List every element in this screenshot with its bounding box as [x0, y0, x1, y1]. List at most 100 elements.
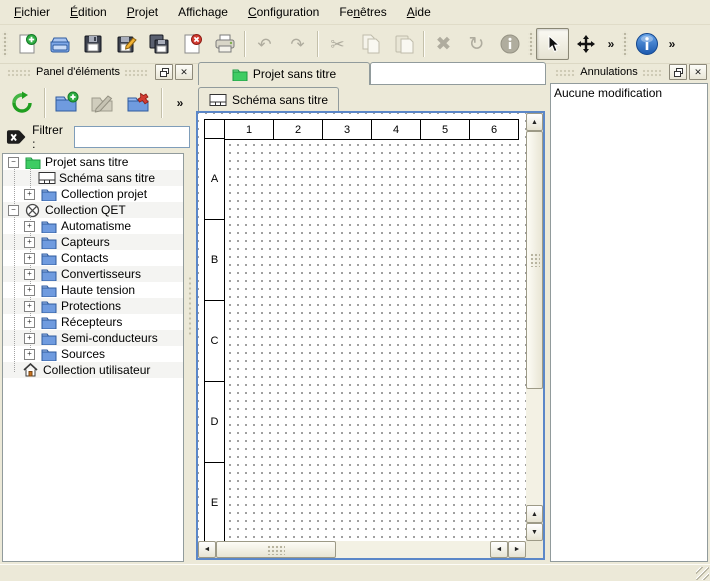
expand-icon[interactable]: + [24, 317, 35, 328]
tree-item-label: Protections [58, 299, 121, 313]
scroll-left-button[interactable]: ◄ [198, 541, 216, 558]
collapse-icon[interactable]: − [8, 157, 19, 168]
horizontal-scrollbar[interactable]: ◄ ◄ ► [198, 541, 526, 558]
expand-icon[interactable]: + [24, 237, 35, 248]
toolbar-handle[interactable] [2, 31, 8, 57]
scroll-up-button[interactable]: ▲ [526, 505, 543, 523]
panel-overflow-button[interactable]: » [170, 86, 190, 120]
delete-category-button[interactable] [123, 86, 155, 120]
edit-category-button[interactable] [87, 86, 119, 120]
expand-icon[interactable]: + [24, 253, 35, 264]
status-bar [0, 564, 710, 581]
row-header: C [204, 300, 225, 382]
float-dock-button[interactable] [155, 64, 173, 80]
about-qet-button[interactable] [630, 28, 663, 60]
expand-icon[interactable]: + [24, 285, 35, 296]
toolbar-separator [161, 88, 162, 118]
close-file-button[interactable] [175, 28, 208, 60]
menu-fichier[interactable]: Fichier [4, 2, 60, 22]
new-category-button[interactable] [51, 86, 83, 120]
tree-item-collection-utilisateur[interactable]: Collection utilisateur [3, 362, 183, 378]
redo-button[interactable]: ↷ [281, 28, 314, 60]
save-icon [82, 33, 104, 55]
expand-icon[interactable]: + [24, 189, 35, 200]
scroll-left-button[interactable]: ◄ [490, 541, 508, 558]
tab-label: Projet sans titre [253, 67, 336, 81]
expand-icon[interactable]: + [24, 333, 35, 344]
vertical-scrollbar[interactable]: ▲ ▲ ▼ [526, 113, 543, 541]
scroll-track[interactable] [526, 389, 543, 505]
undo-button[interactable]: ↶ [248, 28, 281, 60]
expand-icon[interactable]: + [24, 301, 35, 312]
element-panel-titlebar[interactable]: Panel d'éléments ✕ [3, 63, 193, 81]
toolbar-handle[interactable] [622, 31, 628, 57]
scroll-down-button[interactable]: ▼ [526, 523, 543, 541]
close-dock-button[interactable]: ✕ [689, 64, 707, 80]
folder-blue-icon [39, 268, 58, 281]
select-mode-button[interactable] [536, 28, 569, 60]
splitter-handle[interactable] [188, 276, 192, 336]
properties-button[interactable] [493, 28, 526, 60]
vertical-scroll-thumb[interactable] [526, 131, 543, 389]
undo-list-item[interactable]: Aucune modification [551, 84, 707, 102]
redo-icon: ↷ [290, 36, 304, 53]
copy-button[interactable] [354, 28, 387, 60]
clear-filter-icon[interactable] [6, 129, 26, 146]
toolbar-separator [44, 88, 45, 118]
tree-item-label: Semi-conducteurs [58, 331, 158, 345]
menu-projet[interactable]: Projet [117, 2, 168, 22]
toolbar-handle[interactable] [528, 31, 534, 57]
move-mode-button[interactable] [569, 28, 602, 60]
row-header: D [204, 381, 225, 463]
float-dock-button[interactable] [669, 64, 687, 80]
filter-input[interactable] [74, 126, 190, 148]
expand-icon[interactable]: + [24, 269, 35, 280]
menu-configuration[interactable]: Configuration [238, 2, 329, 22]
menu-fenetres[interactable]: Fenêtres [329, 2, 396, 22]
arrow-up-icon: ▲ [531, 511, 538, 518]
toolbar-overflow-button[interactable]: » [602, 28, 620, 60]
save-button[interactable] [76, 28, 109, 60]
scroll-track[interactable] [336, 541, 490, 558]
tree-item-label: Collection projet [58, 187, 147, 201]
collapse-icon[interactable]: − [8, 205, 19, 216]
rotate-button[interactable]: ↻ [460, 28, 493, 60]
row-header-column: A B C D E [204, 138, 225, 541]
cut-button[interactable]: ✂ [321, 28, 354, 60]
undo-history-list[interactable]: Aucune modification [550, 83, 708, 562]
expand-icon[interactable]: + [24, 349, 35, 360]
new-file-button[interactable] [10, 28, 43, 60]
save-all-button[interactable] [142, 28, 175, 60]
tree-item-collection-projet[interactable]: + Collection projet [3, 186, 183, 202]
toolbar-overflow-button[interactable]: » [663, 28, 681, 60]
close-dock-button[interactable]: ✕ [175, 64, 193, 80]
expand-icon[interactable]: + [24, 221, 35, 232]
menu-aide[interactable]: Aide [397, 2, 441, 22]
save-as-button[interactable] [109, 28, 142, 60]
diagram-canvas[interactable]: 1 2 3 4 5 6 A B C D E [198, 113, 526, 541]
open-file-button[interactable] [43, 28, 76, 60]
column-header: 2 [273, 119, 323, 140]
column-header: 6 [469, 119, 519, 140]
element-panel-dock: Panel d'éléments ✕ » Filtrer : [0, 61, 196, 565]
horizontal-scroll-thumb[interactable] [216, 541, 336, 558]
print-button[interactable] [208, 28, 241, 60]
reload-collections-button[interactable] [6, 86, 38, 120]
menu-edition[interactable]: Édition [60, 2, 117, 22]
element-panel-toolbar: » [0, 82, 196, 124]
menu-affichage[interactable]: Affichage [168, 2, 238, 22]
paste-button[interactable] [387, 28, 420, 60]
tab-projet-sans-titre[interactable]: Projet sans titre [198, 62, 370, 85]
schema-icon [37, 171, 56, 185]
tree-item-sources[interactable]: + Sources [3, 346, 183, 362]
scroll-right-button[interactable]: ► [508, 541, 526, 558]
delete-button[interactable]: ✖ [427, 28, 460, 60]
scroll-up-button[interactable]: ▲ [526, 113, 543, 131]
undo-panel-titlebar[interactable]: Annulations ✕ [551, 63, 707, 81]
tab-schema-sans-titre[interactable]: Schéma sans titre [198, 87, 339, 111]
dock-handle-texture [642, 68, 663, 77]
close-icon: ✕ [694, 68, 702, 77]
resize-grip[interactable] [696, 567, 709, 580]
column-header-row: 1 2 3 4 5 6 [204, 119, 519, 140]
diagram-view[interactable]: 1 2 3 4 5 6 A B C D E ▲ [196, 111, 545, 560]
